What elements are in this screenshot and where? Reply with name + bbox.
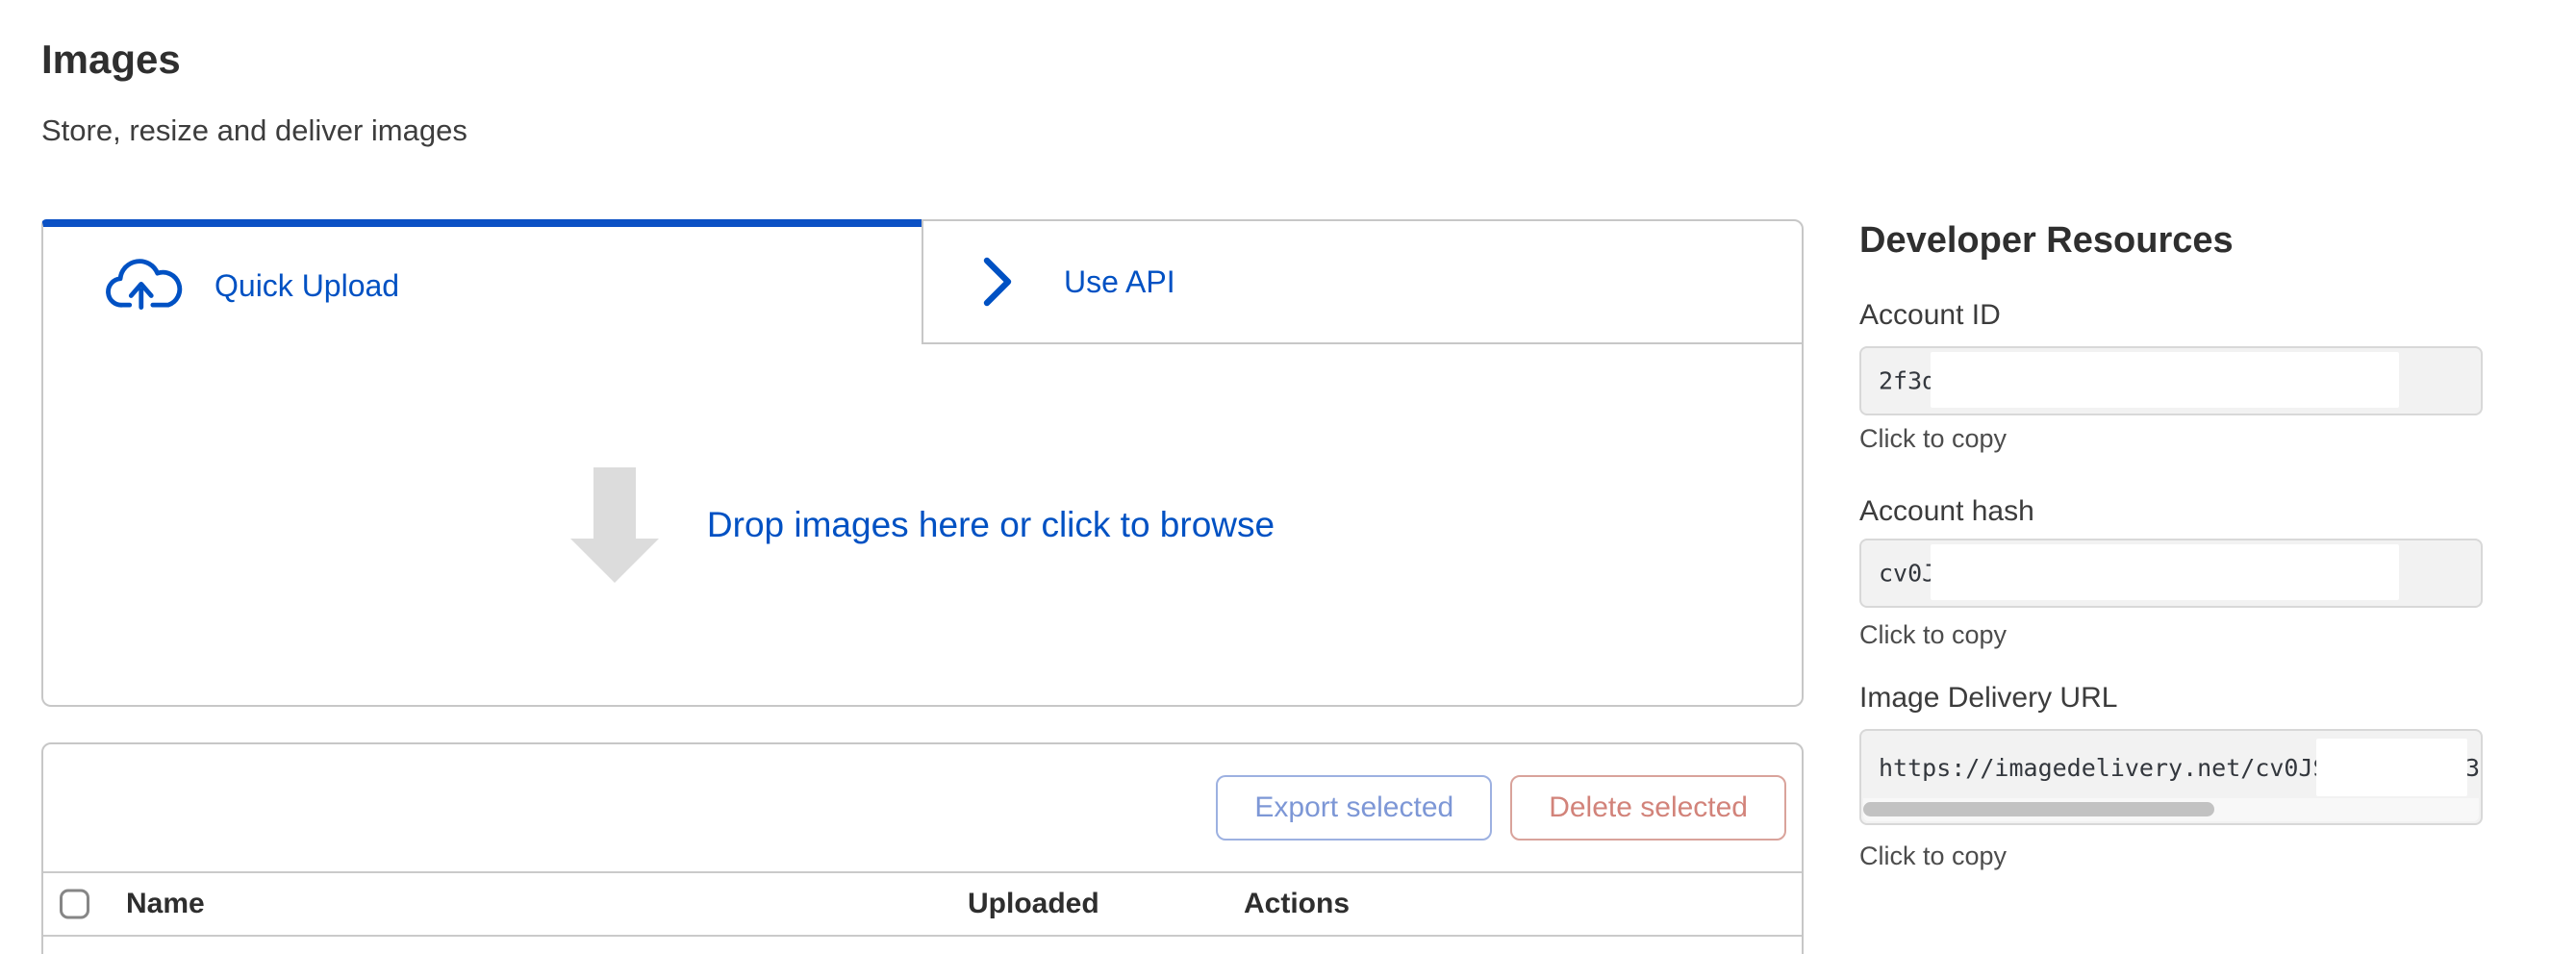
delete-selected-button[interactable]: Delete selected — [1510, 775, 1786, 841]
horizontal-scrollbar-thumb[interactable] — [1863, 802, 2214, 816]
column-header-actions: Actions — [1244, 888, 1350, 920]
image-list-panel: Export selected Delete selected Name Upl… — [41, 742, 1804, 954]
delivery-url-label: Image Delivery URL — [1859, 681, 2117, 716]
account-id-value: 2f3d — [1879, 367, 1936, 395]
list-header-row: Name Uploaded Actions — [43, 873, 1802, 937]
delivery-url-field[interactable]: https://imagedelivery.net/cv0JSj 3 — [1859, 729, 2483, 825]
account-id-copy-hint: Click to copy — [1859, 423, 2007, 455]
upload-tabs: Quick Upload Use API — [41, 219, 1804, 344]
account-hash-value: cv0J — [1879, 560, 1936, 588]
export-selected-button[interactable]: Export selected — [1216, 775, 1492, 841]
account-hash-field[interactable]: cv0J — [1859, 539, 2483, 608]
delivery-url-value: https://imagedelivery.net/cv0JSj — [1879, 754, 2342, 782]
tab-use-api[interactable]: Use API — [922, 219, 1804, 344]
account-id-field[interactable]: 2f3d — [1859, 346, 2483, 415]
list-toolbar: Export selected Delete selected — [43, 744, 1802, 873]
column-header-uploaded: Uploaded — [968, 888, 1099, 920]
chevron-right-icon — [981, 255, 1014, 309]
page-subtitle: Store, resize and deliver images — [41, 112, 467, 150]
cloud-upload-icon — [103, 258, 186, 314]
arrow-down-icon — [570, 467, 659, 583]
select-all-checkbox[interactable] — [60, 890, 89, 919]
column-header-name: Name — [126, 888, 205, 920]
delivery-url-copy-hint: Click to copy — [1859, 841, 2007, 872]
redaction-overlay — [1931, 352, 2399, 408]
account-id-label: Account ID — [1859, 298, 2001, 333]
page-title: Images — [41, 35, 181, 85]
developer-resources-panel: Developer Resources Account ID 2f3d Clic… — [1859, 0, 2483, 954]
images-page: Images Store, resize and deliver images … — [0, 0, 2576, 954]
redaction-overlay — [2316, 739, 2467, 796]
delivery-url-value-fragment: 3 — [2465, 754, 2480, 782]
developer-resources-title: Developer Resources — [1859, 217, 2234, 264]
tab-use-api-label: Use API — [1064, 264, 1175, 300]
tab-quick-upload[interactable]: Quick Upload — [41, 219, 922, 344]
tab-quick-upload-label: Quick Upload — [215, 268, 399, 304]
account-hash-label: Account hash — [1859, 494, 2034, 529]
image-dropzone[interactable]: Drop images here or click to browse — [41, 344, 1804, 707]
dropzone-label: Drop images here or click to browse — [707, 505, 1275, 545]
redaction-overlay — [1931, 544, 2399, 600]
account-hash-copy-hint: Click to copy — [1859, 619, 2007, 651]
